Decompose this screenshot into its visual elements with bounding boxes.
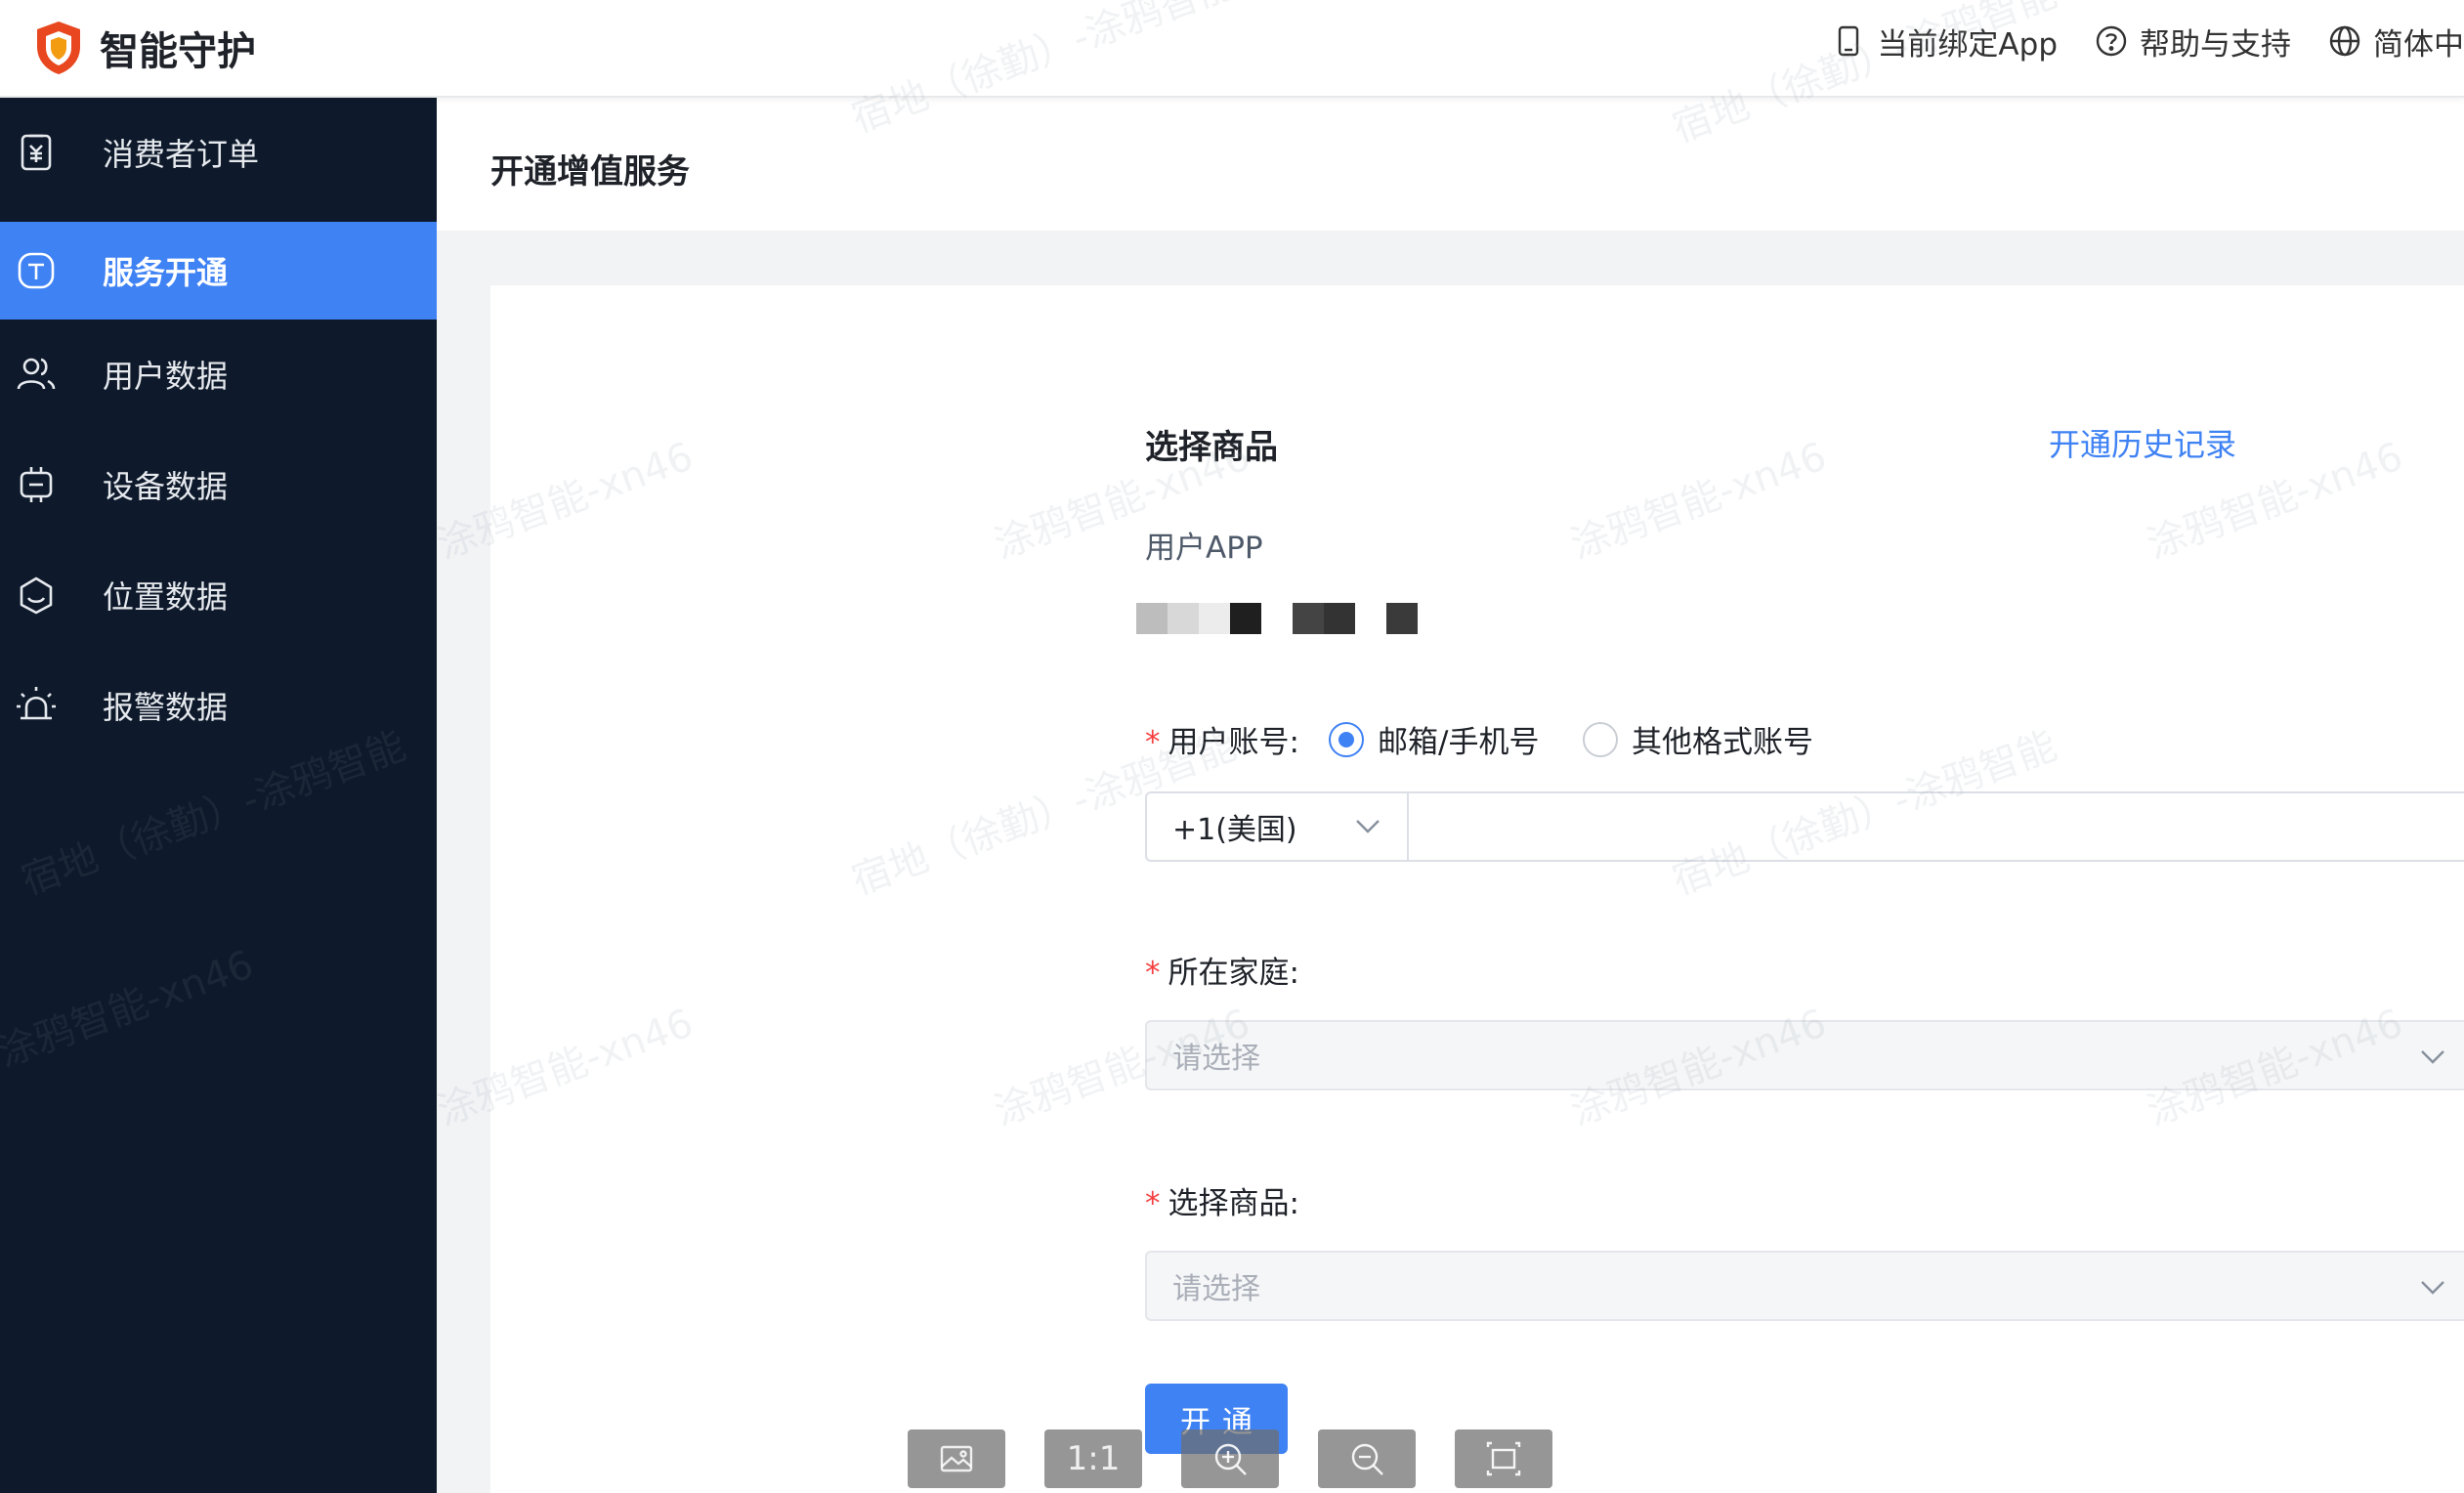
bound-app-label: 当前绑定App (1877, 26, 2058, 63)
radio-other-account[interactable]: 其他格式账号 (1583, 717, 1813, 761)
product-select[interactable]: 请选择 (1145, 1251, 2464, 1321)
sidebar: 消费者订单 服务开通 用户数据 设备数据 位置数据 报警数据 宿地（徐勤）-涂鸦… (0, 98, 437, 1493)
product-label-text: 选择商品: (1168, 1186, 1299, 1221)
fit-screen-button[interactable] (1455, 1429, 1552, 1488)
language-button[interactable]: 简体中 (2328, 20, 2464, 64)
product-label: * 选择商品: (1145, 1178, 1299, 1222)
required-mark: * (1145, 725, 1161, 760)
brand[interactable]: 智能守护 (33, 16, 256, 80)
section-title: 选择商品 (1145, 428, 1278, 467)
view-original-button[interactable] (908, 1429, 1005, 1488)
help-support-label: 帮助与支持 (2140, 26, 2291, 63)
service-box-icon (18, 252, 55, 289)
sidebar-item-device-data[interactable]: 设备数据 (0, 436, 437, 533)
user-app-label: 用户APP (1145, 531, 1263, 566)
image-icon (940, 1445, 973, 1472)
alarm-icon (17, 687, 56, 720)
required-mark: * (1145, 956, 1161, 991)
order-icon (21, 134, 52, 171)
top-header: 智能守护 当前绑定App 帮助与支持 简体中 (0, 0, 2464, 98)
sidebar-item-label: 位置数据 (103, 578, 229, 616)
account-label-text: 用户账号: (1168, 725, 1299, 760)
product-select-placeholder: 请选择 (1172, 1272, 1260, 1306)
radio-label: 其他格式账号 (1632, 725, 1813, 760)
tablet-icon (1839, 25, 1859, 57)
family-select[interactable]: 请选择 (1145, 1020, 2464, 1090)
bound-app-button[interactable]: 当前绑定App (1832, 20, 2058, 64)
chevron-down-icon (2421, 1050, 2444, 1064)
required-mark: * (1145, 1186, 1161, 1221)
shield-logo-icon (37, 21, 80, 74)
sidebar-item-label: 服务开通 (103, 254, 229, 291)
location-icon (20, 576, 53, 615)
globe-icon (2329, 25, 2360, 57)
device-icon (20, 467, 53, 502)
help-support-button[interactable]: 帮助与支持 (2095, 20, 2291, 64)
sidebar-item-label: 设备数据 (103, 468, 229, 505)
radio-email-phone[interactable]: 邮箱/手机号 (1329, 717, 1539, 761)
top-actions: 当前绑定App 帮助与支持 简体中 (1795, 0, 2464, 82)
redacted-app-name (1136, 603, 1418, 634)
sidebar-item-location-data[interactable]: 位置数据 (0, 546, 437, 644)
zoom-out-icon (1351, 1443, 1383, 1475)
family-label: * 所在家庭: (1145, 948, 1299, 992)
phone-input-group: +1(美国) (1145, 791, 2464, 862)
brand-title: 智能守护 (100, 29, 256, 74)
content-header: 开通增值服务 (437, 98, 2464, 231)
watermark: 涂鸦智能-xn46 (0, 942, 260, 1077)
sidebar-item-label: 报警数据 (103, 689, 229, 726)
actual-size-label: 1:1 (1066, 1439, 1121, 1478)
chevron-down-icon (1356, 820, 1380, 833)
account-label: * 用户账号: (1145, 717, 1299, 761)
page-title: 开通增值服务 (490, 152, 690, 192)
radio-indicator (1583, 721, 1618, 757)
zoom-in-button[interactable] (1181, 1429, 1279, 1488)
family-select-placeholder: 请选择 (1172, 1042, 1260, 1076)
family-label-text: 所在家庭: (1168, 956, 1299, 991)
actual-size-button[interactable]: 1:1 (1044, 1429, 1142, 1488)
sidebar-item-user-data[interactable]: 用户数据 (0, 325, 437, 423)
country-code-value: +1(美国) (1172, 813, 1297, 847)
fit-screen-icon (1486, 1441, 1521, 1476)
activation-history-link[interactable]: 开通历史记录 (2049, 420, 2236, 465)
radio-label: 邮箱/手机号 (1378, 725, 1540, 760)
zoom-in-icon (1214, 1443, 1247, 1475)
sidebar-item-service-activation[interactable]: 服务开通 (0, 222, 437, 320)
help-circle-icon (2096, 25, 2127, 57)
radio-indicator (1329, 721, 1364, 757)
chevron-down-icon (2421, 1281, 2444, 1295)
account-input[interactable] (1411, 793, 2464, 860)
sidebar-item-label: 用户数据 (103, 358, 229, 395)
sidebar-item-alarm-data[interactable]: 报警数据 (0, 657, 437, 754)
sidebar-item-label: 消费者订单 (103, 136, 260, 173)
country-code-select[interactable]: +1(美国) (1147, 793, 1409, 860)
language-label: 简体中 (2373, 26, 2464, 63)
sidebar-item-consumer-orders[interactable]: 消费者订单 (0, 104, 437, 201)
zoom-out-button[interactable] (1318, 1429, 1416, 1488)
users-icon (17, 358, 56, 390)
